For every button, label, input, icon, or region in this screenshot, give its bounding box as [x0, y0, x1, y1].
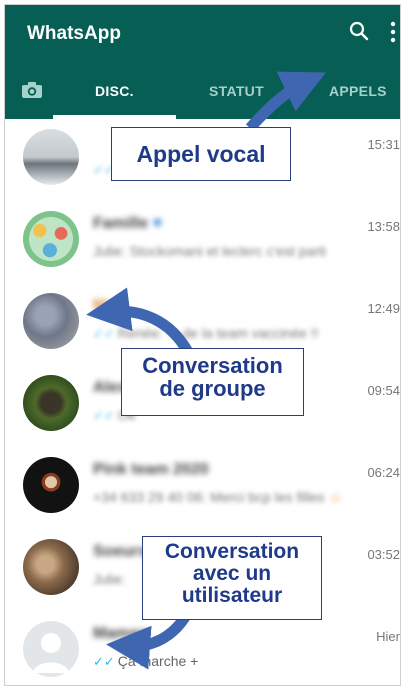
chat-preview: Julie: Stockomani et leclerc c'est parti: [93, 243, 326, 259]
read-ticks-icon: ✓✓: [93, 408, 115, 423]
chat-name: Famille ♥: [93, 215, 163, 232]
chat-row[interactable]: Pink team 2020 +34 633 29 40 06: Merci b…: [5, 445, 400, 527]
read-ticks-icon: ✓✓: [93, 654, 115, 669]
chat-time: Hier: [376, 629, 400, 644]
chat-row[interactable]: Famille ♥ Julie: Stockomani et leclerc c…: [5, 199, 400, 281]
avatar: [23, 539, 79, 595]
avatar: [23, 375, 79, 431]
chat-time: 15:31: [367, 137, 400, 152]
read-ticks-icon: ✓✓: [93, 326, 115, 341]
chat-name: Soeurs: [93, 543, 148, 560]
avatar: [23, 457, 79, 513]
chat-time: 06:24: [367, 465, 400, 480]
callout-conversation-groupe: Conversation de groupe: [121, 348, 304, 416]
chat-name: Pink team 2020: [93, 461, 209, 478]
chat-time: 13:58: [367, 219, 400, 234]
chat-preview: ✓✓ Ça marche +: [93, 653, 199, 669]
tab-appels[interactable]: APPELS: [329, 83, 387, 99]
app-bar: WhatsApp: [5, 5, 400, 63]
chat-preview: ✓✓ Renée: ... de la team vaccinée !!: [93, 325, 319, 341]
avatar: [23, 211, 79, 267]
tab-disc[interactable]: DISC.: [95, 83, 134, 99]
avatar: [23, 293, 79, 349]
default-avatar-icon: [23, 621, 79, 677]
chat-preview: +34 633 29 40 06: Merci bcp les filles ☺: [93, 489, 343, 505]
search-icon[interactable]: [349, 21, 369, 41]
more-vert-icon[interactable]: [389, 21, 397, 43]
avatar: [23, 129, 79, 185]
chat-time: 12:49: [367, 301, 400, 316]
app-title: WhatsApp: [27, 23, 121, 44]
chat-time: 03:52: [367, 547, 400, 562]
camera-icon[interactable]: [21, 81, 43, 99]
chat-name: Maman: [93, 625, 149, 642]
chat-row[interactable]: Maman ✓✓ Ça marche + Hier: [5, 609, 400, 685]
chat-name: Ma: [93, 297, 116, 314]
callout-appel-vocal: Appel vocal: [111, 127, 291, 181]
chat-preview: Julie:: [93, 571, 126, 587]
chat-time: 09:54: [367, 383, 400, 398]
tab-statut[interactable]: STATUT: [209, 83, 264, 99]
callout-conversation-utilisateur: Conversation avec un utilisateur: [142, 536, 322, 620]
